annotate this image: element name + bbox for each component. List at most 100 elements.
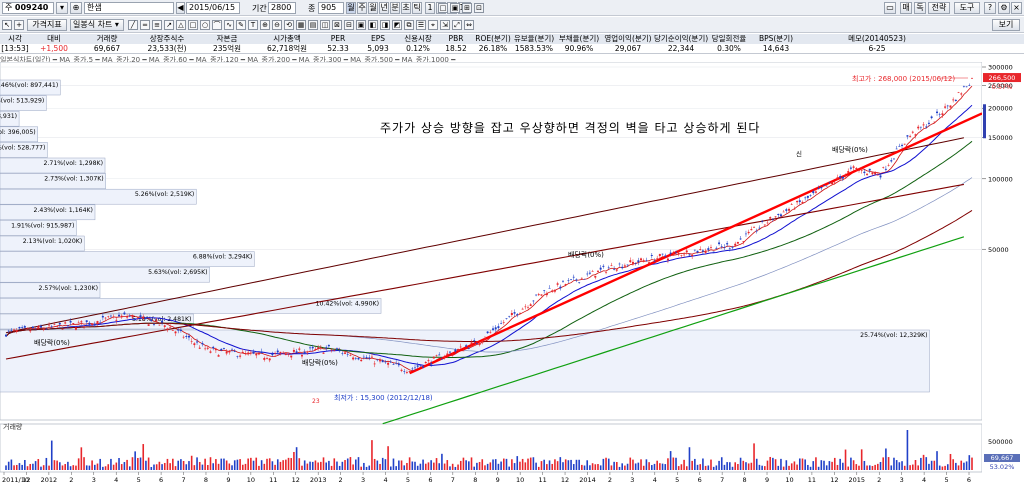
candle-body [451,354,454,356]
volume-bar [10,459,13,470]
period-button-4[interactable]: 분 [390,2,400,14]
volume-bar [511,459,513,470]
drawing-tool-icon-25[interactable]: ⌖ [428,20,438,30]
screen-icon[interactable]: ▭ [884,2,896,14]
candle-body [405,372,408,373]
info-value: +1,500 [40,44,68,53]
prev-date-button[interactable]: ◀ [176,2,185,14]
drawing-tool-icon-15[interactable]: ▤ [308,20,318,30]
window-icon-1[interactable]: □ [438,3,448,13]
window-icon-3[interactable]: ⊞ [462,3,472,13]
drawing-tool-icon-28[interactable]: ⇔ [464,20,474,30]
time-axis-label: 9 [765,476,769,484]
volume-bar [77,458,80,470]
volume-bar [828,461,831,470]
view-button[interactable]: 보기 [992,19,1020,31]
drawing-tool-icon-16[interactable]: ◫ [320,20,330,30]
drawing-tool-icon-2[interactable]: ≡ [152,20,162,30]
candle-body [50,326,53,327]
drawing-tool-icon-1[interactable]: ═ [140,20,150,30]
help-icon[interactable]: ? [984,2,996,14]
period-button-2[interactable]: 월 [368,2,378,14]
volume-bar [731,466,734,470]
candle-body [31,326,34,329]
date-input[interactable]: 2015/06/15 [186,2,240,14]
drawing-tool-icon-18[interactable]: ⊟ [344,20,354,30]
price-chart[interactable]: 1.46%(vol: 897,441) 1.07%(vol: 513,929) 0.… [0,62,1024,485]
candle-body [42,329,45,330]
right-button-2[interactable]: 독 [914,2,926,14]
drawing-tool-icon-24[interactable]: ☰ [416,20,426,30]
drawing-tool-icon-10[interactable]: T [248,20,258,30]
volume-bar [720,457,723,470]
volume-bar [333,458,336,470]
drawing-tool-icon-26[interactable]: ⇲ [440,20,450,30]
candle-body [290,355,293,358]
volume-bar [831,461,833,470]
volume-bar [118,458,120,470]
volume-bar [581,464,583,470]
drawing-tool-icon-3[interactable]: ↗ [164,20,174,30]
drawing-tool-icon-11[interactable]: ⊕ [260,20,270,30]
volume-bar [384,459,387,470]
indicator-button[interactable]: 가격지표 [27,19,67,31]
strategy-button[interactable]: 전략 [928,2,950,14]
drawing-tool-icon-12[interactable]: ⊖ [272,20,282,30]
drawing-tool-icon-9[interactable]: ✎ [236,20,246,30]
volume-bar [594,464,597,470]
period-input[interactable]: 2800 [268,2,296,14]
drawing-tool-icon-23[interactable]: ⧉ [404,20,414,30]
close-icon[interactable]: × [1011,2,1022,14]
drawing-tool-icon-5[interactable]: □ [188,20,198,30]
period-button-0[interactable]: 월 [346,2,356,14]
volume-bar [344,460,346,470]
search-button[interactable]: ▾ [56,2,68,14]
volume-bar [185,464,188,470]
drawing-tool-icon-14[interactable]: ▦ [296,20,306,30]
drawing-tool-icon-6[interactable]: ○ [200,20,210,30]
cursor-icon[interactable]: ↖ [2,20,12,30]
drawing-tool-icon-13[interactable]: ⟲ [284,20,294,30]
info-header: 유보율(분기) [512,34,556,44]
candle-body [440,358,443,360]
candle-body [26,327,29,329]
period-button-6[interactable]: 틱 [412,2,422,14]
candle-body [486,331,489,334]
drawing-tool-icon-17[interactable]: ⊠ [332,20,342,30]
window-icon-2[interactable]: ▣ [450,3,460,13]
stock-info-table: 시각 [13:53] 대비 +1,500 거래량 69,667 상장주식수 23,533(천)… [0,34,1024,54]
strategy-button-label: 전략 [931,3,947,12]
candle-body [664,255,667,257]
lock-icon[interactable]: ⊕ [70,2,82,14]
info-header: 영업이익(분기) [602,34,654,44]
candle-body [101,315,104,318]
drawing-tool-icon-7[interactable]: ⌒ [212,20,222,30]
drawing-tool-icon-27[interactable]: ⤢ [452,20,462,30]
period-button-3[interactable]: 년 [379,2,389,14]
drawing-tool-icon-4[interactable]: △ [176,20,186,30]
drawing-tool-icon-21[interactable]: ◨ [380,20,390,30]
right-button-1[interactable]: 매 [900,2,912,14]
window-icon-4[interactable]: ⊡ [474,3,484,13]
crosshair-icon[interactable]: + [14,20,24,30]
chart-type-select[interactable]: 일봉식 차트 ▾ [70,19,124,31]
candle-body [333,350,336,351]
drawing-tool-icon-0[interactable]: ╱ [128,20,138,30]
interval-button-1[interactable]: 1 [425,2,435,14]
settings-icon[interactable]: ⚙ [998,2,1010,14]
volume-bar [365,466,368,470]
drawing-tool-icon-22[interactable]: ◩ [392,20,402,30]
count-input[interactable]: 905 [318,2,344,14]
period-button-5[interactable]: 초 [401,2,411,14]
stock-code-input[interactable]: 주 009240 [2,2,54,14]
tools-button[interactable]: 도구 [954,2,980,14]
candle-body [927,122,930,124]
candle-body [599,267,602,270]
drawing-tool-icon-8[interactable]: ∿ [224,20,234,30]
drawing-tool-icon-19[interactable]: ▣ [356,20,366,30]
candle-body [489,331,492,333]
drawing-tool-icon-20[interactable]: ◧ [368,20,378,30]
info-value: 62,718억원 [266,44,308,53]
volume-profile-bar [0,329,930,393]
period-button-1[interactable]: 주 [357,2,367,14]
